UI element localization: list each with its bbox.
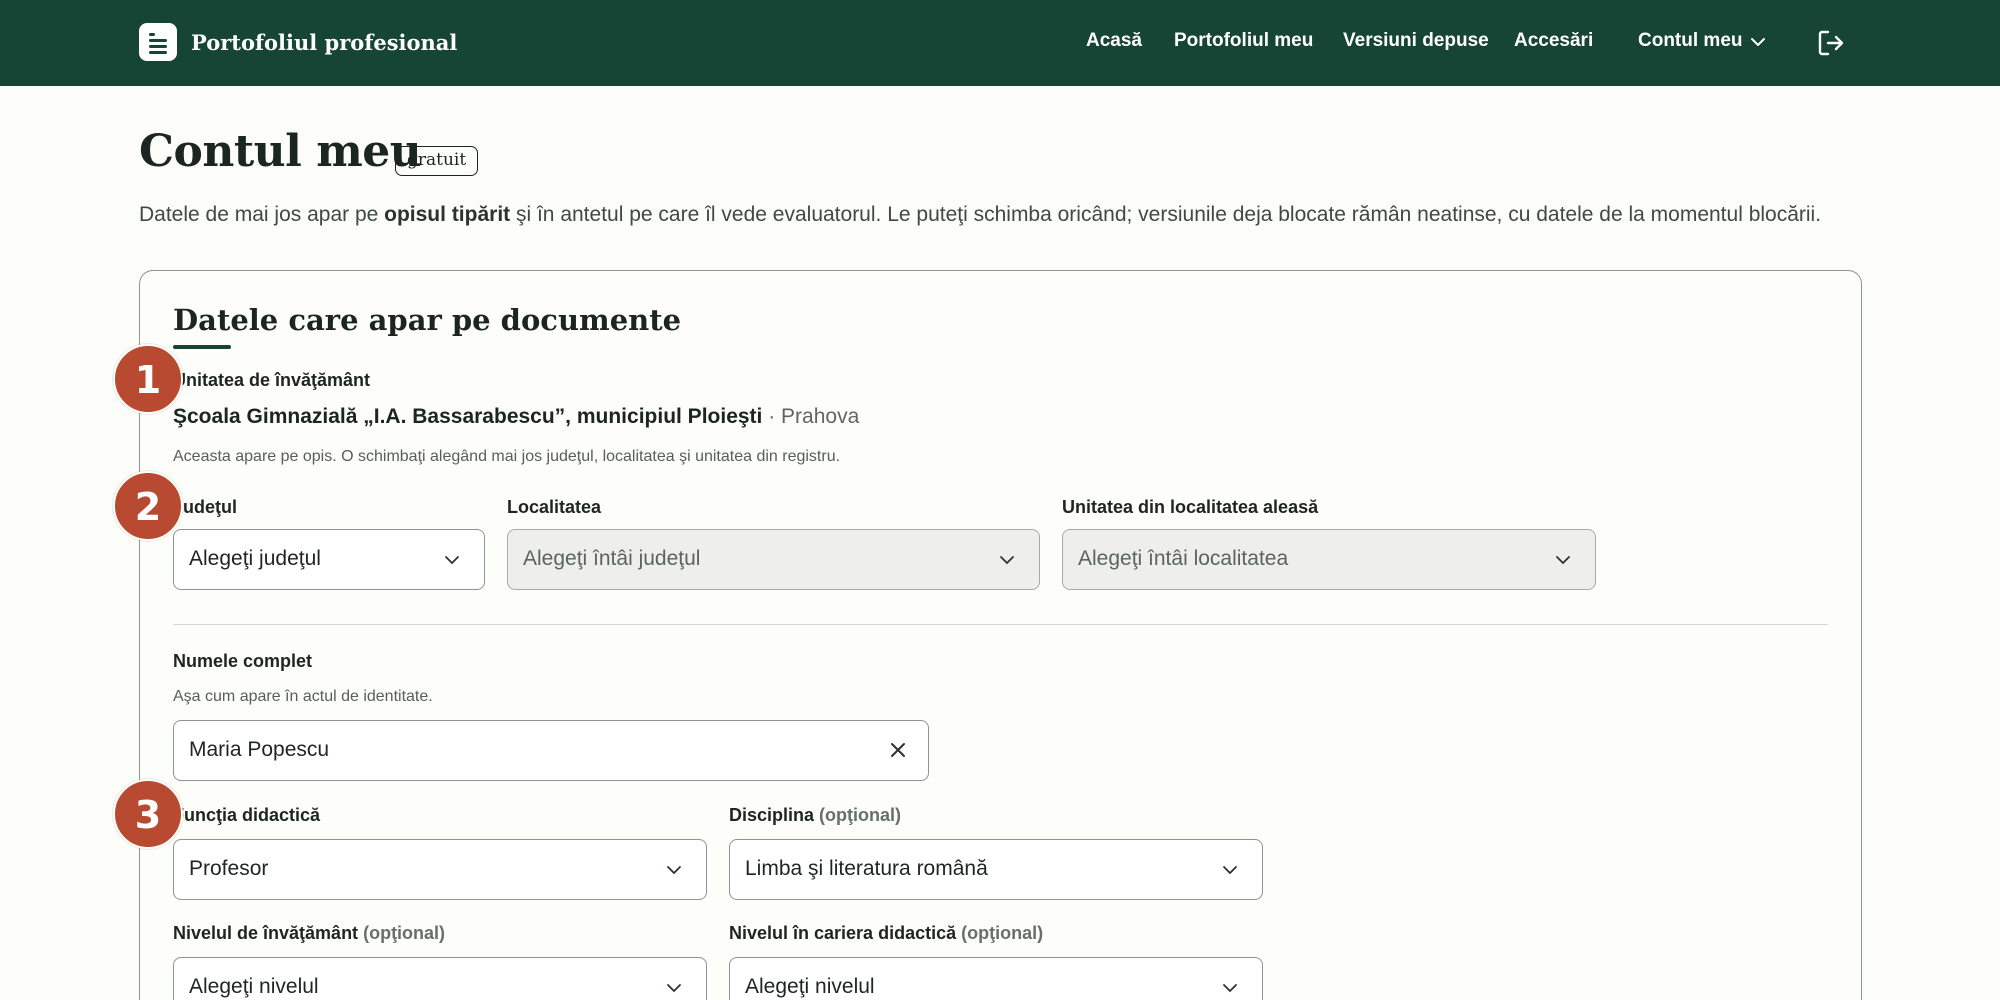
chevron-down-icon xyxy=(667,984,681,993)
full-name-hint: Aşa cum apare în actul de identitate. xyxy=(173,688,433,705)
chevron-down-icon xyxy=(1223,984,1237,993)
brand-title: Portofoliul profesional xyxy=(191,29,458,55)
school-county: Prahova xyxy=(781,405,860,428)
nav-home[interactable]: Acasă xyxy=(1086,30,1142,52)
discipline-label: Disciplina (opţional) xyxy=(729,805,902,825)
logout-icon[interactable] xyxy=(1816,28,1846,58)
chevron-down-icon xyxy=(667,866,681,875)
nav-account-menu[interactable]: Contul meu xyxy=(1638,30,1743,52)
school-label: Unitatea de învăţământ xyxy=(173,370,371,390)
plan-badge: gratuit xyxy=(395,146,479,176)
intro-emphasis: opisul tipărit xyxy=(384,203,511,226)
clear-icon[interactable] xyxy=(888,740,908,760)
nav-accesses[interactable]: Accesări xyxy=(1514,30,1593,52)
step-marker-1: 1 xyxy=(113,344,183,414)
nav-my-portfolio[interactable]: Portofoliul meu xyxy=(1174,30,1313,52)
top-navigation-bar: Portofoliul profesional Acasă Portofoliu… xyxy=(0,0,2000,86)
teaching-level-label: Nivelul de învăţământ (opţional) xyxy=(173,923,446,943)
current-school: Şcoala Gimnazială „I.A. Bassarabescu”, m… xyxy=(173,405,860,428)
card-title: Datele care apar pe documente xyxy=(173,303,682,337)
document-logo-icon xyxy=(139,23,177,61)
locality-select[interactable]: Alegeţi întâi judeţul xyxy=(507,529,1040,590)
chevron-down-icon xyxy=(1223,866,1237,875)
full-name-input[interactable]: Maria Popescu xyxy=(173,720,929,781)
unit-select[interactable]: Alegeţi întâi localitatea xyxy=(1062,529,1596,590)
career-level-label: Nivelul în cariera didactică (opţional) xyxy=(729,923,1044,943)
page-title: Contul meu xyxy=(139,126,422,177)
chevron-down-icon xyxy=(445,556,459,565)
function-select[interactable]: Profesor xyxy=(173,839,707,900)
chevron-down-icon xyxy=(1556,556,1570,565)
locality-label: Localitatea xyxy=(507,497,602,517)
step-marker-3: 3 xyxy=(113,779,183,849)
chevron-down-icon[interactable] xyxy=(1749,33,1767,51)
brand-link[interactable]: Portofoliul profesional xyxy=(139,23,457,61)
title-underline xyxy=(173,345,231,349)
page-intro: Datele de mai jos apar pe opisul tipărit… xyxy=(139,203,1822,226)
step-marker-2: 2 xyxy=(113,471,183,541)
nav-submitted-versions[interactable]: Versiuni depuse xyxy=(1343,30,1489,52)
career-level-select[interactable]: Alegeţi nivelul xyxy=(729,957,1263,1000)
discipline-select[interactable]: Limba şi literatura română xyxy=(729,839,1263,900)
county-select[interactable]: Alegeţi judeţul xyxy=(173,529,485,590)
chevron-down-icon xyxy=(1000,556,1014,565)
teaching-level-select[interactable]: Alegeţi nivelul xyxy=(173,957,707,1000)
unit-label: Unitatea din localitatea aleasă xyxy=(1062,497,1319,517)
school-hint: Aceasta apare pe opis. O schimbaţi alegâ… xyxy=(173,448,841,465)
section-divider xyxy=(173,624,1828,625)
function-label: Funcţia didactică xyxy=(173,805,321,825)
full-name-label: Numele complet xyxy=(173,651,313,671)
